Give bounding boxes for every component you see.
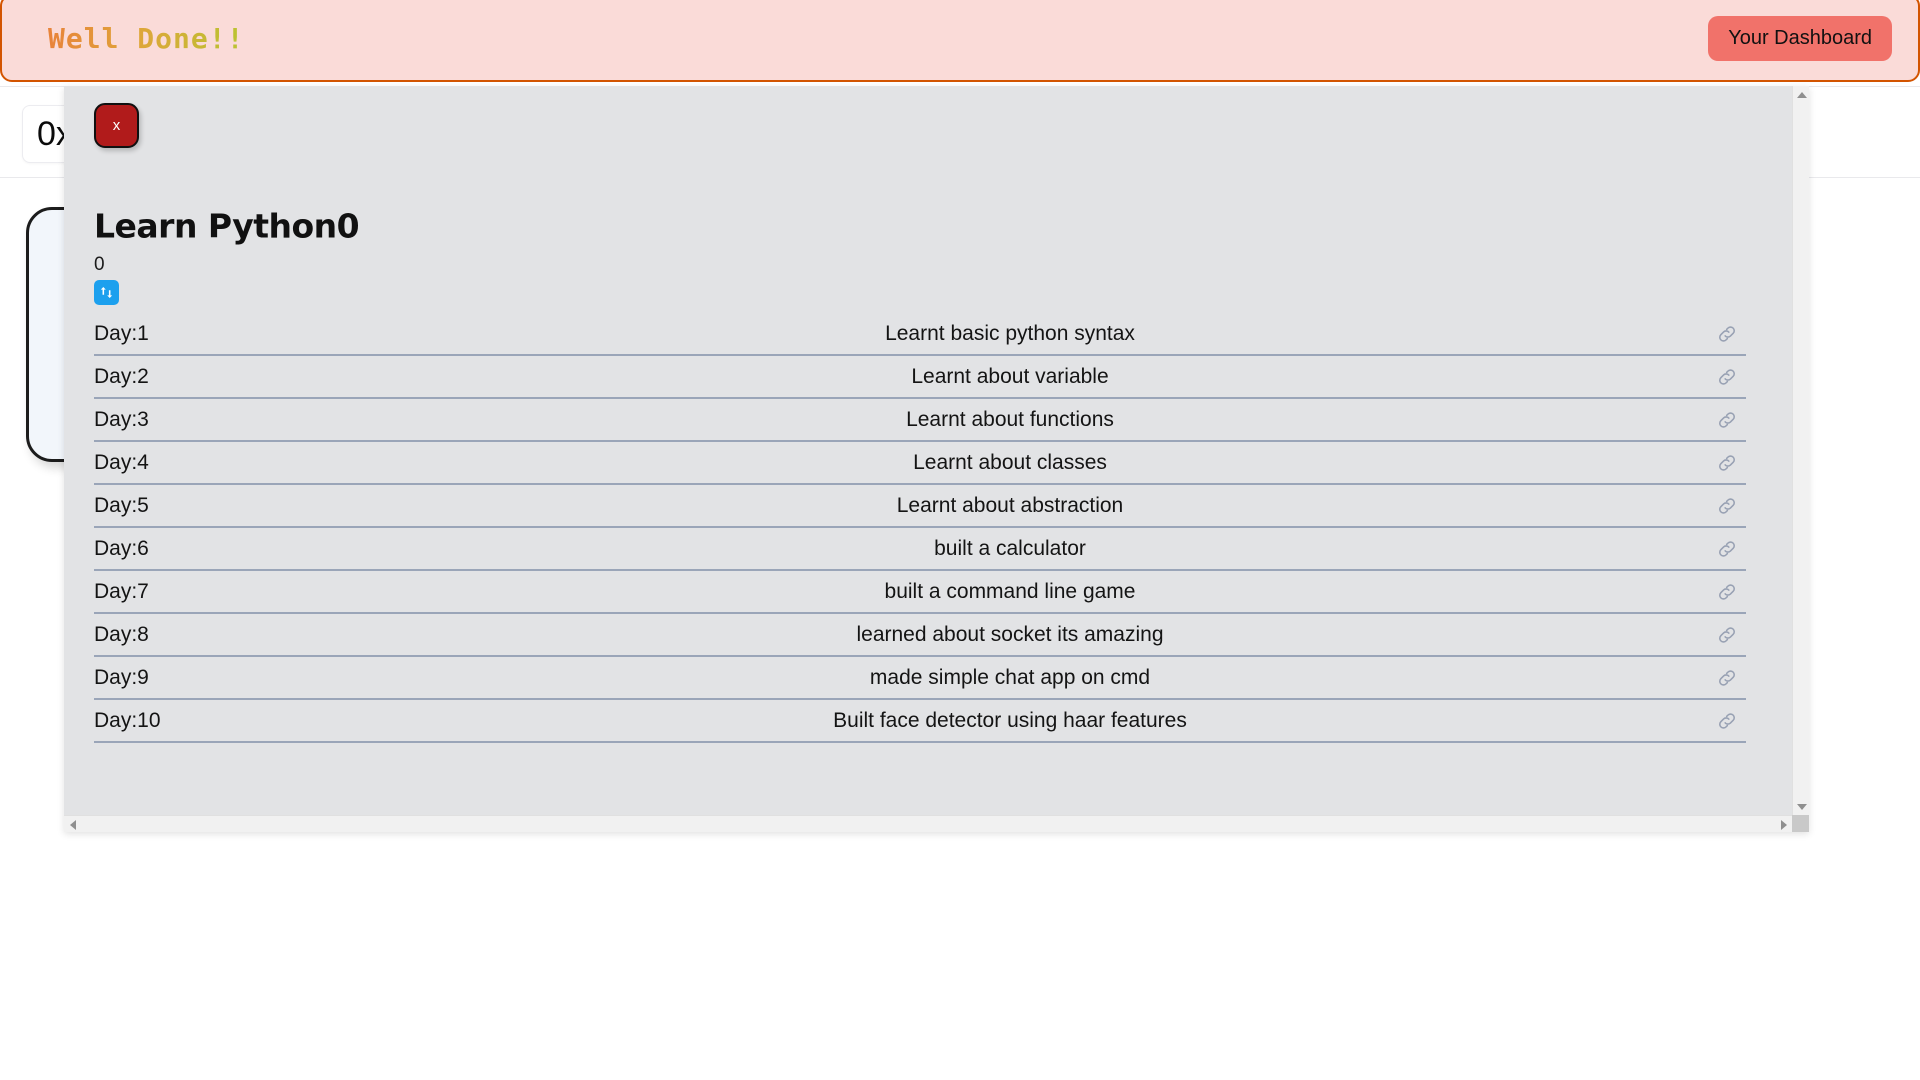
- link-icon[interactable]: [1716, 710, 1738, 732]
- modal-title: Learn Python0: [94, 206, 360, 246]
- day-label: Day:6: [94, 536, 149, 560]
- link-icon-glyph: [1719, 712, 1735, 729]
- day-description: made simple chat app on cmd: [869, 665, 1151, 689]
- day-label: Day:5: [94, 493, 149, 517]
- day-description: Learnt about abstraction: [896, 493, 1124, 517]
- day-row: Day:3 Learnt about functions: [94, 399, 1746, 442]
- day-row: Day:10 Built face detector using haar fea…: [94, 700, 1746, 743]
- alert-message: Well Done!!: [48, 21, 245, 55]
- link-icon-glyph: [1719, 325, 1735, 342]
- link-icon[interactable]: [1716, 667, 1738, 689]
- your-dashboard-button[interactable]: Your Dashboard: [1708, 15, 1892, 61]
- link-icon[interactable]: [1716, 323, 1738, 345]
- link-icon[interactable]: [1716, 581, 1738, 603]
- day-row: Day:2 Learnt about variable: [94, 356, 1746, 399]
- day-description: Learnt about variable: [911, 364, 1109, 388]
- scroll-right-arrow-icon[interactable]: [1775, 816, 1792, 832]
- day-label: Day:7: [94, 579, 149, 603]
- day-label: Day:8: [94, 622, 149, 646]
- day-description: built a command line game: [884, 579, 1136, 603]
- link-icon-glyph: [1719, 497, 1735, 514]
- day-description: learned about socket its amazing: [856, 622, 1164, 646]
- link-icon[interactable]: [1716, 452, 1738, 474]
- day-label: Day:2: [94, 364, 149, 388]
- link-icon-glyph: [1719, 626, 1735, 643]
- day-row: Day:4 Learnt about classes: [94, 442, 1746, 485]
- link-icon[interactable]: [1716, 495, 1738, 517]
- scroll-up-arrow-icon[interactable]: [1793, 86, 1809, 103]
- link-icon[interactable]: [1716, 624, 1738, 646]
- link-icon[interactable]: [1716, 409, 1738, 431]
- link-icon[interactable]: [1716, 366, 1738, 388]
- day-label: Day:4: [94, 450, 149, 474]
- scroll-down-arrow-icon[interactable]: [1793, 798, 1809, 815]
- link-icon[interactable]: [1716, 538, 1738, 560]
- day-description: built a calculator: [934, 536, 1086, 560]
- modal-count: 0: [94, 254, 105, 275]
- modal-content: x Learn Python0 0 Day:1 Learnt basic pyth…: [64, 86, 1776, 799]
- retweet-icon-glyph: [100, 286, 113, 299]
- day-row: Day:1 Learnt basic python syntax: [94, 313, 1746, 356]
- day-description: Learnt basic python syntax: [885, 321, 1135, 345]
- day-label: Day:9: [94, 665, 149, 689]
- day-row: Day:6 built a calculator: [94, 528, 1746, 571]
- day-label: Day:1: [94, 321, 149, 345]
- day-label: Day:10: [94, 708, 161, 732]
- vertical-scrollbar[interactable]: [1792, 86, 1809, 815]
- day-row: Day:8 learned about socket its amazing: [94, 614, 1746, 657]
- vertical-scrollbar-thumb[interactable]: [1794, 103, 1809, 137]
- scroll-left-arrow-icon[interactable]: [64, 816, 81, 832]
- link-icon-glyph: [1719, 454, 1735, 471]
- horizontal-scrollbar-thumb[interactable]: [81, 817, 1775, 832]
- scrollbar-corner: [1792, 815, 1809, 832]
- alert-banner: Well Done!! Your Dashboard: [0, 0, 1920, 82]
- day-description: Built face detector using haar features: [833, 708, 1187, 732]
- close-button[interactable]: x: [94, 103, 139, 148]
- horizontal-scrollbar[interactable]: [64, 815, 1809, 832]
- day-description: Learnt about classes: [913, 450, 1107, 474]
- day-row: Day:9 made simple chat app on cmd: [94, 657, 1746, 700]
- link-icon-glyph: [1719, 540, 1735, 557]
- retweet-icon[interactable]: [94, 280, 119, 305]
- day-row: Day:5 Learnt about abstraction: [94, 485, 1746, 528]
- link-icon-glyph: [1719, 669, 1735, 686]
- link-icon-glyph: [1719, 411, 1735, 428]
- day-description: Learnt about functions: [906, 407, 1114, 431]
- learn-python-modal: x Learn Python0 0 Day:1 Learnt basic pyth…: [64, 86, 1809, 832]
- day-row: Day:7 built a command line game: [94, 571, 1746, 614]
- day-rows-list: Day:1 Learnt basic python syntax Day:2 Lear…: [94, 313, 1746, 743]
- link-icon-glyph: [1719, 583, 1735, 600]
- day-label: Day:3: [94, 407, 149, 431]
- link-icon-glyph: [1719, 368, 1735, 385]
